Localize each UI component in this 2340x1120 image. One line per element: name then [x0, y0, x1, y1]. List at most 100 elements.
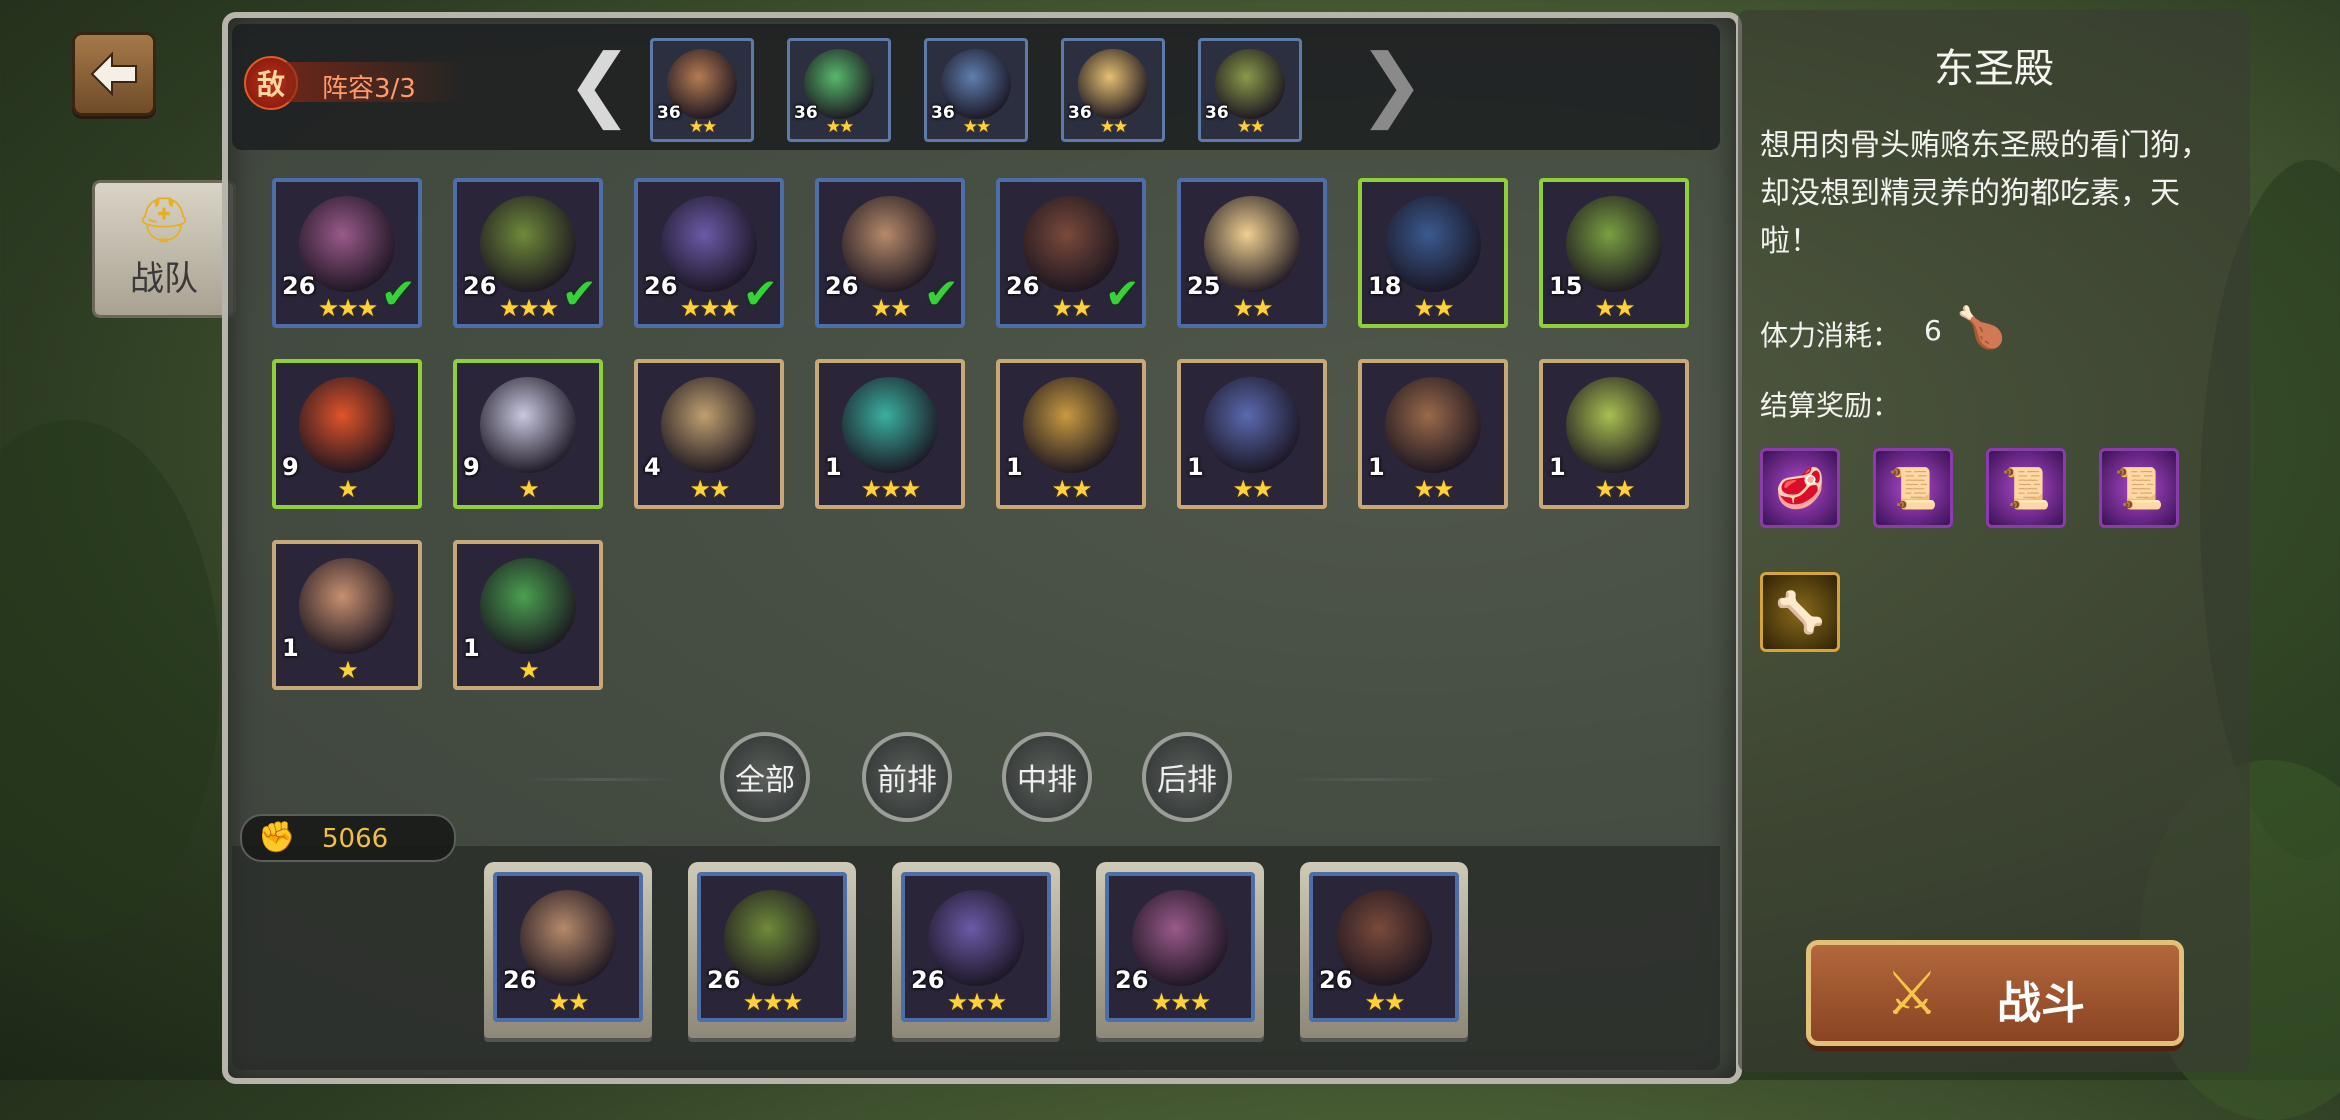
next-lineup-arrow[interactable]: ❯	[1358, 44, 1425, 124]
hero-portrait-art	[661, 377, 757, 474]
hero-stars: ★★	[825, 117, 854, 137]
lineup-slot[interactable]: 26 ★★★	[892, 862, 1060, 1038]
filter-back-label: 后排	[1157, 763, 1217, 798]
team-power-value: 5066	[322, 824, 389, 854]
hero-portrait-art	[1385, 377, 1481, 474]
hero-stars: ★★	[962, 117, 991, 137]
hero-stars: ★★	[1594, 475, 1635, 503]
selected-check-icon: ✔	[923, 269, 959, 318]
filter-front-label: 前排	[877, 763, 937, 798]
reward-label: 结算奖励：	[1760, 389, 1901, 422]
hero-card[interactable]: 1 ★	[453, 540, 603, 690]
filter-middle-button[interactable]: 中排	[1002, 732, 1092, 822]
hero-stars: ★★★	[946, 988, 1008, 1016]
hero-portrait-art	[842, 377, 938, 474]
helmet-icon: ⛑	[136, 195, 192, 246]
back-button[interactable]	[72, 32, 156, 116]
filter-back-button[interactable]: 后排	[1142, 732, 1232, 822]
hero-stars: ★	[518, 475, 540, 503]
lineup-hero[interactable]: 26 ★★★	[901, 872, 1051, 1022]
battle-button[interactable]: ⚔ 战斗	[1806, 940, 2184, 1046]
hero-stars: ★★	[1594, 294, 1635, 322]
selected-check-icon: ✔	[380, 269, 416, 318]
bone-icon[interactable]: 🦴	[1760, 572, 1840, 652]
lineup-hero[interactable]: 26 ★★★	[697, 872, 847, 1022]
hero-card[interactable]: 9 ★	[453, 359, 603, 509]
filter-ornament-right	[1290, 778, 1450, 781]
enemy-portrait: 36 ★★	[924, 38, 1028, 142]
battle-button-label: 战斗	[1997, 978, 2085, 1029]
hero-stars: ★★★	[1150, 988, 1212, 1016]
enemy-portrait: 36 ★★	[1198, 38, 1302, 142]
hero-stars: ★★	[1051, 475, 1092, 503]
stamina-label: 体力消耗：	[1760, 319, 1901, 352]
hero-stars: ★★	[1099, 117, 1128, 137]
hero-portrait-art	[299, 377, 395, 474]
stage-title: 东圣殿	[1934, 46, 2054, 92]
scroll-icon[interactable]: 📜	[1873, 448, 1953, 528]
background-foliage	[0, 420, 220, 940]
hero-stars: ★★	[1232, 294, 1273, 322]
hero-card[interactable]: 26 ★★ ✔	[996, 178, 1146, 328]
hero-card[interactable]: 1 ★★	[1539, 359, 1689, 509]
lineup-slot[interactable]: 26 ★★★	[1096, 862, 1264, 1038]
hero-card[interactable]: 4 ★★	[634, 359, 784, 509]
filter-front-button[interactable]: 前排	[862, 732, 952, 822]
hero-stars: ★★	[1236, 117, 1265, 137]
hero-stars: ★	[337, 656, 359, 684]
lineup-slot[interactable]: 26 ★★	[1300, 862, 1468, 1038]
lineup-slot[interactable]: 26 ★★★	[688, 862, 856, 1038]
lineup-hero[interactable]: 26 ★★★	[1105, 872, 1255, 1022]
hero-card[interactable]: 25 ★★	[1177, 178, 1327, 328]
hero-card[interactable]: 15 ★★	[1539, 178, 1689, 328]
hero-stars: ★★	[688, 117, 717, 137]
hero-stars: ★★	[548, 988, 589, 1016]
hero-stars: ★★	[1232, 475, 1273, 503]
hero-card[interactable]: 1 ★★	[1177, 359, 1327, 509]
hero-stars: ★★★	[860, 475, 922, 503]
enemy-portrait: 36 ★★	[787, 38, 891, 142]
hero-portrait-art	[1566, 377, 1662, 474]
hero-card[interactable]: 1 ★★	[996, 359, 1146, 509]
hero-stars: ★★	[1413, 294, 1454, 322]
hero-portrait-art	[480, 558, 576, 655]
hero-card[interactable]: 1 ★★	[1358, 359, 1508, 509]
filter-ornament-left	[520, 778, 680, 781]
team-power: ✊ 5066	[240, 814, 456, 862]
hero-card[interactable]: 18 ★★	[1358, 178, 1508, 328]
prev-lineup-arrow[interactable]: ❮	[566, 44, 633, 124]
scroll-icon[interactable]: 📜	[1986, 448, 2066, 528]
filter-middle-label: 中排	[1017, 763, 1077, 798]
hero-stars: ★★	[689, 475, 730, 503]
hero-card[interactable]: 1 ★	[272, 540, 422, 690]
hero-card[interactable]: 26 ★★★ ✔	[453, 178, 603, 328]
left-arrow-icon	[90, 52, 137, 96]
lineup-hero[interactable]: 26 ★★	[493, 872, 643, 1022]
hero-stars: ★★	[1364, 988, 1405, 1016]
lineup-slot[interactable]: 26 ★★	[484, 862, 652, 1038]
selected-check-icon: ✔	[561, 269, 597, 318]
hero-card[interactable]: 26 ★★★ ✔	[634, 178, 784, 328]
team-tab[interactable]: ⛑ 战队	[92, 180, 236, 318]
hero-stars: ★	[518, 656, 540, 684]
hero-portrait-art	[1023, 377, 1119, 474]
drumstick-icon: 🍗	[1956, 305, 2006, 351]
hero-portrait-art	[299, 558, 395, 655]
hero-stars: ★	[337, 475, 359, 503]
lineup-hero[interactable]: 26 ★★	[1309, 872, 1459, 1022]
selected-check-icon: ✔	[1104, 269, 1140, 318]
fist-icon: ✊	[258, 820, 296, 855]
hero-portrait-art	[1204, 377, 1300, 474]
scroll-icon[interactable]: 📜	[2099, 448, 2179, 528]
filter-all-label: 全部	[735, 763, 795, 798]
hero-card[interactable]: 26 ★★★ ✔	[272, 178, 422, 328]
hero-portrait-art	[480, 377, 576, 474]
hero-card[interactable]: 1 ★★★	[815, 359, 965, 509]
hero-stars: ★★	[1413, 475, 1454, 503]
hero-card[interactable]: 26 ★★ ✔	[815, 178, 965, 328]
hero-card[interactable]: 9 ★	[272, 359, 422, 509]
filter-all-button[interactable]: 全部	[720, 732, 810, 822]
stamina-value: 6	[1924, 314, 1942, 347]
meat-icon[interactable]: 🥩	[1760, 448, 1840, 528]
team-tab-label: 战队	[130, 259, 198, 299]
